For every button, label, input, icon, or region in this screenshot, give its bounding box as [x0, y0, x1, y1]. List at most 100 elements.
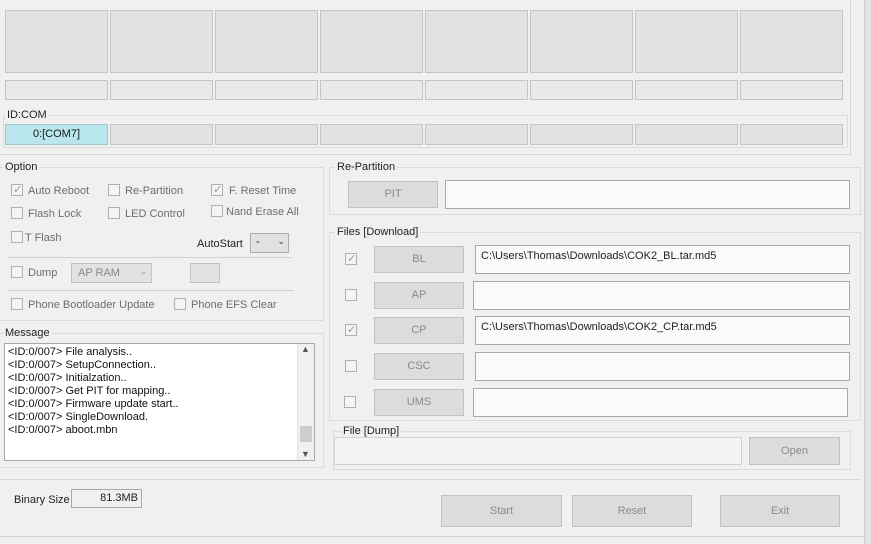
cp-path-field[interactable]: C:\Users\Thomas\Downloads\COK2_CP.tar.md… [475, 316, 850, 345]
window-edge [864, 0, 871, 544]
nand-erase-all-label: Nand Erase All [226, 206, 299, 218]
message-line: <ID:0/007> SingleDownload. [8, 411, 149, 423]
device-slot-5 [425, 10, 528, 73]
device-slot-8 [740, 10, 843, 73]
device-slot-6 [530, 10, 633, 73]
com-port-8[interactable] [740, 124, 843, 145]
re-partition-checkbox[interactable] [108, 184, 120, 196]
checkmark-icon: ✓ [13, 184, 23, 196]
option-divider-2 [8, 290, 294, 291]
bl-path-field[interactable]: C:\Users\Thomas\Downloads\COK2_BL.tar.md… [475, 245, 850, 274]
ap-path-field[interactable] [473, 281, 850, 310]
slot-status-4 [320, 80, 423, 100]
checkmark-icon: ✓ [347, 324, 357, 336]
f-reset-time-label: F. Reset Time [229, 185, 297, 197]
flash-lock-checkbox[interactable] [11, 207, 23, 219]
autostart-value: - [256, 236, 260, 248]
device-slot-7 [635, 10, 738, 73]
com-port-1[interactable]: 0:[COM7] [5, 124, 108, 145]
auto-reboot-checkbox[interactable]: ✓ [11, 184, 23, 196]
scroll-down-icon[interactable]: ▼ [301, 449, 310, 459]
files-download-title: Files [Download] [335, 226, 421, 238]
auto-reboot-label: Auto Reboot [28, 185, 90, 197]
reset-button[interactable]: Reset [572, 495, 692, 527]
phone-efs-clear-label: Phone EFS Clear [191, 299, 277, 311]
t-flash-label: T Flash [25, 232, 62, 244]
dump-label: Dump [28, 267, 58, 279]
slot-status-7 [635, 80, 738, 100]
message-line: <ID:0/007> File analysis.. [8, 346, 133, 358]
binary-size-label: Binary Size [14, 494, 70, 506]
exit-button[interactable]: Exit [720, 495, 840, 527]
chevron-down-icon: ⌄ [139, 266, 147, 276]
csc-button[interactable]: CSC [374, 353, 464, 380]
id-com-label: ID:COM [5, 109, 49, 121]
com-port-3[interactable] [215, 124, 318, 145]
start-button[interactable]: Start [441, 495, 562, 527]
nand-erase-all-checkbox[interactable] [211, 205, 223, 217]
device-slot-2 [110, 10, 213, 73]
message-line: <ID:0/007> aboot.mbn [8, 424, 118, 436]
led-control-label: LED Control [125, 208, 185, 220]
dump-target-value: AP RAM [78, 267, 120, 279]
cp-checkbox[interactable]: ✓ [345, 324, 357, 336]
ums-button[interactable]: UMS [374, 389, 464, 416]
csc-checkbox[interactable] [345, 360, 357, 372]
re-partition-title: Re-Partition [335, 161, 398, 173]
phone-bootloader-update-checkbox[interactable] [11, 298, 23, 310]
dump-size-field[interactable] [190, 263, 220, 283]
device-slot-3 [215, 10, 318, 73]
pit-button[interactable]: PIT [348, 181, 438, 208]
slot-status-6 [530, 80, 633, 100]
message-log: <ID:0/007> File analysis.. <ID:0/007> Se… [4, 343, 315, 461]
com-port-7[interactable] [635, 124, 738, 145]
com-port-6[interactable] [530, 124, 633, 145]
bottom-edge [0, 536, 864, 537]
slot-status-5 [425, 80, 528, 100]
cp-button[interactable]: CP [374, 317, 464, 344]
message-scrollbar[interactable]: ▲ ▼ [297, 344, 314, 460]
file-dump-title: File [Dump] [341, 425, 402, 437]
file-dump-path-field[interactable] [334, 437, 742, 465]
csc-path-field[interactable] [475, 352, 850, 381]
dump-checkbox[interactable] [11, 266, 23, 278]
autostart-label: AutoStart [197, 238, 243, 250]
f-reset-time-checkbox[interactable]: ✓ [211, 184, 223, 196]
open-button[interactable]: Open [749, 437, 840, 465]
dump-target-dropdown[interactable]: AP RAM ⌄ [71, 263, 152, 283]
bl-button[interactable]: BL [374, 246, 464, 273]
t-flash-checkbox[interactable] [11, 231, 23, 243]
option-divider-1 [8, 257, 292, 258]
com-port-5[interactable] [425, 124, 528, 145]
device-slot-4 [320, 10, 423, 73]
device-slot-1 [5, 10, 108, 73]
slot-status-1 [5, 80, 108, 100]
message-line: <ID:0/007> Firmware update start.. [8, 398, 179, 410]
scroll-up-icon[interactable]: ▲ [301, 344, 310, 354]
checkmark-icon: ✓ [213, 184, 223, 196]
com-port-2[interactable] [110, 124, 213, 145]
ap-checkbox[interactable] [345, 289, 357, 301]
message-line: <ID:0/007> Get PIT for mapping.. [8, 385, 171, 397]
chevron-down-icon: ⌄ [277, 236, 285, 246]
binary-size-value: 81.3MB [71, 489, 142, 508]
slot-status-8 [740, 80, 843, 100]
ums-checkbox[interactable] [344, 396, 356, 408]
message-line: <ID:0/007> SetupConnection.. [8, 359, 156, 371]
phone-efs-clear-checkbox[interactable] [174, 298, 186, 310]
scrollbar-thumb[interactable] [300, 426, 312, 442]
bl-checkbox[interactable]: ✓ [345, 253, 357, 265]
com-port-4[interactable] [320, 124, 423, 145]
message-title: Message [3, 327, 52, 339]
option-title: Option [3, 161, 40, 173]
checkmark-icon: ✓ [347, 253, 357, 265]
pit-path-field[interactable] [445, 180, 850, 209]
led-control-checkbox[interactable] [108, 207, 120, 219]
autostart-dropdown[interactable]: - ⌄ [250, 233, 289, 253]
ums-path-field[interactable] [473, 388, 848, 417]
phone-bootloader-update-label: Phone Bootloader Update [28, 299, 155, 311]
re-partition-label: Re-Partition [125, 185, 184, 197]
bottom-divider [0, 479, 860, 480]
slot-status-3 [215, 80, 318, 100]
ap-button[interactable]: AP [374, 282, 464, 309]
